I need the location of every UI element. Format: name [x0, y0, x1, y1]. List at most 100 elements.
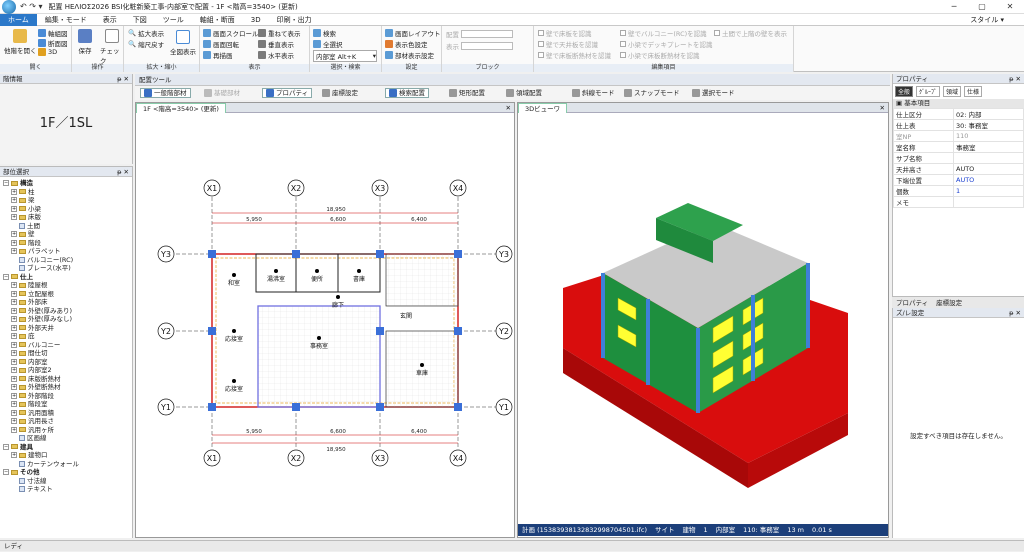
column[interactable]: [454, 327, 462, 335]
expand-toggle-icon[interactable]: +: [11, 290, 17, 297]
tree-item[interactable]: + 汎用ヶ所: [3, 426, 132, 435]
tree-item[interactable]: + 外壁(厚みあり): [3, 307, 132, 316]
expand-toggle-icon[interactable]: +: [11, 367, 17, 374]
expand-toggle-icon[interactable]: +: [11, 299, 17, 306]
option-slab-insulation[interactable]: 壁で床板断熱材を認識: [538, 50, 611, 60]
framing-view-button[interactable]: 軸組図: [38, 28, 68, 38]
column[interactable]: [454, 403, 462, 411]
screen-layout-button[interactable]: 画面レイアウト: [385, 28, 441, 38]
menu-3d[interactable]: 3D: [243, 14, 269, 26]
room-marker[interactable]: [315, 269, 319, 273]
tree-item[interactable]: + 階段室: [3, 400, 132, 409]
column[interactable]: [208, 327, 216, 335]
tree-item[interactable]: テキスト: [3, 485, 132, 494]
checkbox[interactable]: [538, 52, 544, 58]
menu-tools[interactable]: ツール: [155, 14, 192, 26]
tool-rect-place[interactable]: 矩形配置: [445, 88, 489, 98]
expand-toggle-icon[interactable]: −: [3, 469, 9, 476]
tool-area-place[interactable]: 領域配置: [502, 88, 546, 98]
option-beam-insulation[interactable]: 小梁で床板断熱材を認識: [620, 50, 700, 60]
menu-underlay[interactable]: 下図: [125, 14, 155, 26]
expand-toggle-icon[interactable]: +: [11, 358, 17, 365]
tree-item[interactable]: + 汎用面積: [3, 409, 132, 418]
property-row[interactable]: 仕上区分 02: 内部: [893, 108, 1024, 120]
option-upper-wall[interactable]: 土間で上階の壁を表示: [714, 28, 787, 38]
expand-toggle-icon[interactable]: +: [11, 452, 17, 459]
expand-toggle-icon[interactable]: +: [11, 239, 17, 246]
overlay-button[interactable]: 重ねて表示: [258, 28, 301, 38]
style-menu[interactable]: スタイル ▾: [962, 14, 1024, 26]
plan-view-window[interactable]: 1F <階高=3540> (更新) ✕ 18,950 5,950 6,600 6,…: [135, 102, 515, 538]
tree-item[interactable]: + パラペット: [3, 247, 132, 256]
property-row[interactable]: 仕上表 30: 事務室: [893, 119, 1024, 131]
search-button[interactable]: 検索: [313, 28, 336, 38]
expand-toggle-icon[interactable]: +: [11, 197, 17, 204]
tree-item[interactable]: + 外部階段: [3, 392, 132, 401]
tool-search-place[interactable]: 検索配置: [385, 88, 429, 98]
tree-item[interactable]: + 床版断熱材: [3, 375, 132, 384]
display-color-button[interactable]: 表示色設定: [385, 39, 428, 49]
block-display-field[interactable]: [461, 42, 513, 50]
property-row[interactable]: 個数 1: [893, 185, 1024, 197]
tree-item[interactable]: + 内部室2: [3, 366, 132, 375]
tree-item[interactable]: + 立配屋根: [3, 290, 132, 299]
minimize-button[interactable]: ─: [940, 2, 968, 11]
room-marker[interactable]: [420, 363, 424, 367]
expand-toggle-icon[interactable]: +: [11, 316, 17, 323]
expand-toggle-icon[interactable]: +: [11, 375, 17, 382]
expand-toggle-icon[interactable]: +: [11, 214, 17, 221]
tool-snap-mode[interactable]: スナップモード: [620, 88, 684, 98]
tree-item[interactable]: + バルコニー: [3, 341, 132, 350]
property-value[interactable]: AUTO: [953, 174, 1024, 186]
tab-group[interactable]: ｸﾞﾙｰﾌﾟ: [916, 86, 941, 97]
property-row[interactable]: 室NP 110: [893, 130, 1024, 142]
tree-item[interactable]: + 床版: [3, 213, 132, 222]
tree-item[interactable]: + 外部天井: [3, 324, 132, 333]
3d-view-window[interactable]: 3Dビューワ ✕: [517, 102, 889, 538]
tool-general-member[interactable]: 一般階部材: [140, 88, 191, 98]
fit-all-button[interactable]: 全図表示: [170, 30, 196, 56]
tree-item[interactable]: + 柱: [3, 188, 132, 197]
column[interactable]: [454, 250, 462, 258]
close-icon[interactable]: ✕: [506, 103, 514, 113]
tree-item[interactable]: + 建物口: [3, 451, 132, 460]
tool-property[interactable]: プロパティ: [262, 88, 313, 98]
checkbox[interactable]: [620, 52, 626, 58]
menu-edit-mode[interactable]: 編集・モード: [37, 14, 95, 26]
menu-framing-section[interactable]: 軸組・断面: [192, 14, 243, 26]
block-place-field[interactable]: [461, 30, 513, 38]
redraw-button[interactable]: 再描画: [203, 50, 233, 60]
column[interactable]: [376, 250, 384, 258]
room-marker[interactable]: [232, 273, 236, 277]
checkbox[interactable]: [538, 41, 544, 47]
tree-item[interactable]: 寸法線: [3, 477, 132, 486]
property-value[interactable]: 110: [953, 130, 1024, 142]
property-row[interactable]: 下端位置 AUTO: [893, 174, 1024, 186]
expand-toggle-icon[interactable]: +: [11, 333, 17, 340]
room-marker[interactable]: [317, 336, 321, 340]
vertical-button[interactable]: 垂直表示: [258, 39, 294, 49]
app-logo-icon[interactable]: [2, 0, 16, 14]
search-target-dropdown[interactable]: 内部室 Alt+K ▾: [313, 50, 377, 62]
block-display-select[interactable]: 表示: [446, 41, 513, 51]
column[interactable]: [208, 250, 216, 258]
tree-item[interactable]: 土間: [3, 222, 132, 231]
expand-toggle-icon[interactable]: −: [3, 180, 9, 187]
block-place-select[interactable]: 配置: [446, 29, 513, 39]
member-display-button[interactable]: 部材表示設定: [385, 50, 434, 60]
close-button[interactable]: ✕: [996, 2, 1024, 11]
tree-item[interactable]: + 庇: [3, 332, 132, 341]
pin-icon[interactable]: ᵽ ✕: [1009, 74, 1024, 83]
expand-toggle-icon[interactable]: +: [11, 231, 17, 238]
property-value[interactable]: AUTO: [953, 163, 1024, 175]
3d-model-render[interactable]: [518, 113, 888, 523]
property-value[interactable]: [953, 196, 1024, 208]
expand-toggle-icon[interactable]: +: [11, 409, 17, 416]
option-floor-slab[interactable]: 壁で床板を認識: [538, 28, 592, 38]
pin-icon[interactable]: ᵽ ✕: [117, 74, 132, 83]
expand-toggle-icon[interactable]: +: [11, 384, 17, 391]
tree-item[interactable]: − 建具: [3, 443, 132, 452]
tab-general[interactable]: 全般: [895, 86, 914, 97]
tool-coordinate[interactable]: 座標設定: [318, 88, 362, 98]
close-icon[interactable]: ✕: [880, 103, 888, 113]
